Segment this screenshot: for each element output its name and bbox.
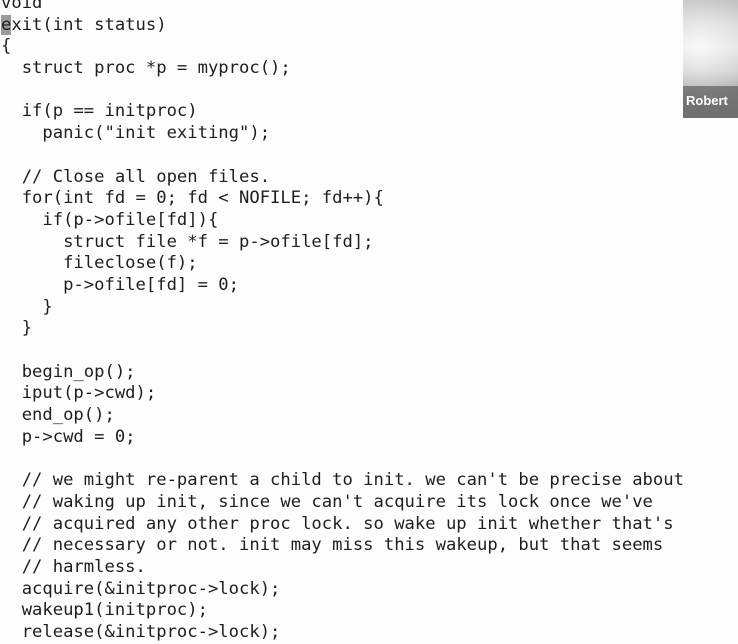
code-line: // necessary or not. init may miss this …: [1, 535, 664, 556]
code-line: }: [1, 318, 33, 339]
code-line: }: [1, 296, 53, 317]
code-line: iput(p->cwd);: [1, 383, 157, 404]
code-line: // waking up init, since we can't acquir…: [1, 491, 653, 512]
code-line: p->ofile[fd] = 0;: [1, 274, 239, 295]
code-line: // we might re-parent a child to init. w…: [1, 470, 684, 491]
code-line: // harmless.: [1, 556, 146, 577]
code-line: wakeup1(initproc);: [1, 600, 208, 621]
code-line: {: [1, 36, 12, 57]
code-line: // Close all open files.: [1, 166, 271, 187]
code-line: acquire(&initproc->lock);: [1, 578, 281, 599]
code-line: panic("init exiting");: [1, 123, 271, 144]
code-line: if(p == initproc): [1, 101, 198, 122]
lecture-screen: void exit(int status){ struct proc *p = m…: [0, 0, 738, 644]
code-line: end_op();: [1, 405, 115, 426]
code-line: p->cwd = 0;: [1, 426, 136, 447]
code-line: // acquired any other proc lock. so wake…: [1, 513, 674, 534]
code-line: begin_op();: [1, 361, 136, 382]
code-line: struct proc *p = myproc();: [1, 58, 291, 79]
code-line: void: [1, 0, 43, 13]
code-editor[interactable]: void exit(int status){ struct proc *p = m…: [1, 0, 684, 644]
code-line: for(int fd = 0; fd < NOFILE; fd++){: [1, 188, 384, 209]
code-line: fileclose(f);: [1, 253, 198, 274]
code-line: release(&initproc->lock);: [1, 621, 281, 642]
code-line-text: xit(int status): [11, 14, 167, 35]
code-line: struct file *f = p->ofile[fd];: [1, 231, 374, 252]
participant-video-tile[interactable]: Robert: [683, 0, 738, 118]
code-line: if(p->ofile[fd]){: [1, 209, 219, 230]
code-line-with-cursor: exit(int status): [1, 14, 684, 37]
participant-name: Robert: [686, 93, 728, 108]
text-cursor: e: [1, 14, 12, 35]
